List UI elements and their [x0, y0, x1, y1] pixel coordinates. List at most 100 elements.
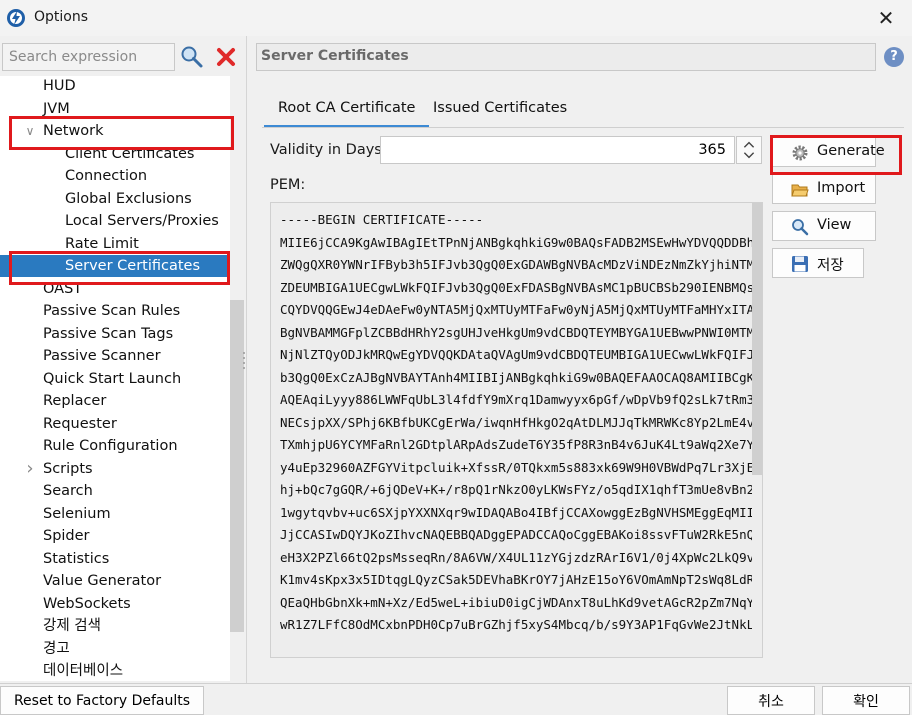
tree-item[interactable]: Passive Scan Rules — [0, 300, 230, 322]
chevron-up-icon — [743, 141, 755, 148]
zap-logo-icon — [7, 9, 25, 27]
options-tree: HUD JVM ∨ Network Client Certificates Connect… — [0, 76, 230, 681]
validity-label: Validity in Days: — [270, 142, 387, 158]
tree-item-label: Value Generator — [43, 573, 162, 589]
chevron-down-icon — [743, 152, 755, 159]
tree-item-label: Global Exclusions — [65, 190, 192, 207]
tree-item[interactable]: 강제 검색 — [0, 615, 230, 637]
pem-line: -----BEGIN CERTIFICATE----- — [280, 212, 484, 227]
pem-text-area[interactable]: -----BEGIN CERTIFICATE----- MIIE6jCCA9KgA… — [270, 202, 763, 658]
tree-item-label: Requester — [43, 415, 117, 432]
validity-spinner[interactable] — [736, 136, 762, 164]
reset-to-factory-defaults-button[interactable]: Reset to Factory Defaults — [0, 686, 204, 715]
tree-item-label: Client Certificates — [65, 145, 195, 162]
pem-line: eH3X2PZl66tQ2psMsseqRn/8A6VW/X4UL11zYGjz… — [280, 549, 752, 565]
ok-button[interactable]: 확인 — [822, 686, 910, 715]
search-input[interactable] — [2, 43, 175, 71]
pem-line: TXmhjpU6YCYMFaRnl2GDtplARpAdsZudeT6Y35fP… — [280, 437, 752, 452]
help-icon[interactable]: ? — [884, 47, 904, 67]
generate-button[interactable]: Generate — [772, 137, 885, 167]
tree-item-label: Statistics — [43, 550, 110, 567]
tree-item[interactable]: Client Certificates — [0, 143, 230, 165]
tree-item-label: Network — [43, 123, 104, 139]
tree-item[interactable]: ∨ Network — [0, 120, 230, 142]
tree-item-label: 데이터베이스 — [43, 663, 124, 679]
tab-divider — [262, 127, 904, 128]
tab-root-ca-certificate[interactable]: Root CA Certificate — [264, 91, 430, 128]
tree-item-label: WebSockets — [43, 595, 131, 612]
tree-item[interactable]: 데이터베이스 — [0, 660, 230, 681]
import-label: Import — [817, 180, 866, 196]
tree-item[interactable]: Global Exclusions — [0, 188, 230, 210]
tree-item-label: OAST — [43, 280, 83, 297]
tree-item-label: Connection — [65, 168, 148, 184]
tree-item[interactable]: Connection — [0, 165, 230, 187]
title-bar — [0, 0, 912, 36]
search-icon[interactable] — [178, 43, 206, 71]
chevron-right-icon[interactable]: › — [23, 458, 37, 480]
tree-item[interactable]: Requester — [0, 413, 230, 435]
validity-days-input[interactable] — [380, 136, 735, 164]
pem-line: wR1Z7LFfC8OdMCxbnPDH0Cp7uBrGZhjf5xyS4Mbc… — [280, 617, 752, 632]
pem-line: 1wgytqvbv+uc6SXjpYXXNXqr9wIDAQABo4IBfjCC… — [280, 504, 752, 520]
tree-item[interactable]: Quick Start Launch — [0, 368, 230, 390]
view-button[interactable]: View — [772, 211, 876, 241]
window-title: Options — [34, 9, 89, 25]
tree-item[interactable]: Search — [0, 480, 230, 502]
tree-item[interactable]: Statistics — [0, 548, 230, 570]
pem-line: CQYDVQQGEwJ4eDAeFw0yNTA5MjQxMTUyMTFaFw0y… — [280, 302, 752, 317]
tree-item-label: 경고 — [43, 640, 70, 657]
tree-item[interactable]: HUD — [0, 76, 230, 97]
tree-item-label: Rule Configuration — [43, 438, 178, 454]
tree-item[interactable]: 경고 — [0, 638, 230, 660]
import-button[interactable]: Import — [772, 174, 876, 204]
pem-line: b3QgQ0ExCzAJBgNVBAYTAnh4MIIBIjANBgkqhkiG… — [280, 369, 752, 385]
pem-line: AQEAqiLyyy886LWWFqUbL3l4fdfY9mXrq1Damwyy… — [280, 392, 752, 407]
tree-item[interactable]: JVM — [0, 98, 230, 120]
tree-item[interactable]: Passive Scan Tags — [0, 323, 230, 345]
pem-content: -----BEGIN CERTIFICATE----- MIIE6jCCA9KgA… — [280, 209, 752, 637]
tree-item-label: 강제 검색 — [43, 618, 101, 634]
tree-item[interactable]: › Scripts — [0, 458, 230, 480]
tree-item[interactable]: Rate Limit — [0, 233, 230, 255]
tree-item-label: Server Certificates — [65, 258, 201, 274]
chevron-down-icon[interactable]: ∨ — [23, 120, 37, 142]
tree-item[interactable]: WebSockets — [0, 593, 230, 615]
tree-item-label: Scripts — [43, 460, 93, 477]
tree-item-label: Passive Scan Rules — [43, 303, 181, 319]
save-label: 저장 — [817, 258, 844, 274]
tree-item-label: Passive Scanner — [43, 348, 161, 364]
generate-label: Generate — [817, 143, 885, 159]
tab-issued-certificates[interactable]: Issued Certificates — [419, 91, 581, 125]
tree-item[interactable]: Rule Configuration — [0, 435, 230, 457]
gear-icon — [792, 145, 808, 161]
pem-line: ZWQgQXR0YWNrIFByb3h5IFJvb3QgQ0ExGDAWBgNV… — [280, 257, 752, 272]
tree-item-label: Passive Scan Tags — [43, 325, 174, 342]
pem-line: NjNlZTQyODJkMRQwEgYDVQQKDAtaQVAgUm9vdCBD… — [280, 347, 752, 362]
tree-item-label: Spider — [43, 528, 90, 544]
tree-item-label: Replacer — [43, 393, 107, 409]
tree-item[interactable]: Local Servers/Proxies — [0, 210, 230, 232]
tree-item[interactable]: Value Generator — [0, 570, 230, 592]
pem-line: BgNVBAMMGFplZCBBdHRhY2sgUHJveHkgUm9vdCBD… — [280, 324, 752, 340]
cancel-button[interactable]: 취소 — [727, 686, 815, 715]
close-icon[interactable]: ✕ — [868, 4, 904, 32]
pem-line: QEaQHbGbnXk+mN+Xz/Ed5weL+ibiuD0igCjWDAnx… — [280, 594, 752, 610]
magnifier-icon — [792, 219, 809, 236]
panel-title: Server Certificates — [256, 43, 876, 71]
pem-line: NECsjpXX/SPhj6KBfbUKCgErWa/iwqnHfHkgO2qA… — [280, 414, 752, 430]
folder-open-icon — [791, 184, 809, 197]
tree-item[interactable]: Spider — [0, 525, 230, 547]
tree-item[interactable]: Server Certificates — [0, 255, 230, 277]
tree-item[interactable]: Passive Scanner — [0, 345, 230, 367]
floppy-disk-icon — [792, 256, 808, 272]
save-button[interactable]: 저장 — [772, 248, 864, 278]
tree-item[interactable]: Replacer — [0, 390, 230, 412]
pem-line: hj+bQc7gGQR/+6jQDeV+K+/r8pQ1rNkzO0yLKWsF… — [280, 482, 752, 497]
tree-item-label: Quick Start Launch — [43, 370, 182, 387]
pem-scrollbar[interactable] — [752, 203, 762, 475]
clear-search-icon[interactable] — [212, 43, 240, 71]
tree-item[interactable]: Selenium — [0, 503, 230, 525]
tree-item[interactable]: OAST — [0, 278, 230, 300]
splitter-grip-icon[interactable] — [242, 350, 246, 370]
